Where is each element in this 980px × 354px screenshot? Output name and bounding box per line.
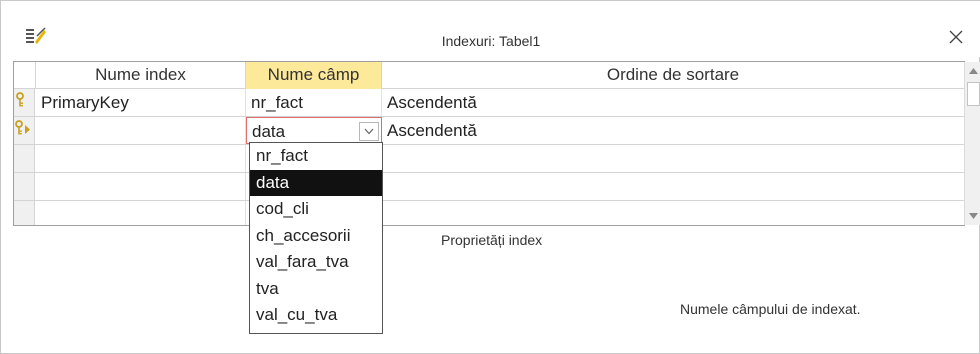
dropdown-option[interactable]: val_fara_tva (250, 249, 382, 276)
row-selector[interactable] (14, 201, 35, 225)
header-index-name[interactable]: Nume index (36, 62, 246, 89)
key-current-record-icon (15, 120, 30, 135)
chevron-down-icon (364, 128, 374, 135)
header-field-name[interactable]: Nume câmp (246, 62, 382, 89)
table-row[interactable] (14, 145, 965, 173)
cell-sort-order[interactable] (382, 145, 964, 172)
dropdown-option[interactable]: nr_fact (250, 143, 382, 170)
combobox-value: data (252, 122, 286, 141)
field-dropdown-list[interactable]: nr_fact data cod_cli ch_accesorii val_fa… (249, 142, 383, 334)
table-row[interactable] (14, 173, 965, 201)
table-row[interactable]: PrimaryKey nr_fact Ascendentă (14, 89, 965, 117)
scroll-up-button[interactable] (965, 62, 980, 80)
grid-header: Nume index Nume câmp Ordine de sortare (14, 62, 965, 89)
key-icon (16, 92, 24, 107)
scroll-up-icon (969, 68, 978, 74)
field-name-combobox[interactable]: data (246, 117, 382, 144)
window-title: Indexuri: Tabel1 (441, 33, 541, 49)
cell-index-name[interactable]: PrimaryKey (36, 89, 246, 116)
dropdown-option[interactable]: tva (250, 276, 382, 303)
table-row[interactable] (14, 201, 965, 225)
cell-index-name[interactable] (36, 173, 246, 200)
cell-sort-order[interactable] (382, 173, 964, 200)
index-properties-label: Proprietăți index (441, 232, 543, 248)
row-selector[interactable] (14, 89, 35, 116)
row-selector[interactable] (14, 145, 35, 172)
cell-sort-order[interactable] (382, 201, 964, 225)
cell-index-name[interactable] (36, 145, 246, 172)
dropdown-option[interactable]: val_cu_tva (250, 302, 382, 329)
table-row[interactable]: data Ascendentă (14, 117, 965, 145)
scroll-down-button[interactable] (965, 207, 980, 225)
dropdown-button[interactable] (359, 122, 379, 141)
row-selector[interactable] (14, 173, 35, 200)
scroll-thumb[interactable] (967, 82, 980, 106)
cell-index-name[interactable] (36, 201, 246, 225)
cell-field-name[interactable]: nr_fact (246, 89, 382, 116)
dropdown-option-selected[interactable]: data (250, 169, 382, 196)
close-button[interactable] (941, 25, 971, 49)
index-grid: Nume index Nume câmp Ordine de sortare P… (13, 61, 980, 226)
title-bar: Indexuri: Tabel1 (1, 1, 980, 57)
header-corner (14, 62, 36, 89)
indexes-dialog: Indexuri: Tabel1 Nume index Nume câmp Or… (0, 0, 980, 354)
cell-sort-order[interactable]: Ascendentă (382, 89, 964, 116)
close-icon (949, 30, 963, 44)
row-selector[interactable] (14, 117, 35, 144)
cell-index-name[interactable] (36, 117, 246, 144)
cell-sort-order[interactable]: Ascendentă (382, 117, 964, 144)
vertical-scrollbar[interactable] (964, 62, 980, 225)
dropdown-option[interactable]: ch_accesorii (250, 223, 382, 250)
help-text: Numele câmpului de indexat. (680, 301, 861, 317)
scroll-down-icon (969, 213, 978, 219)
header-sort-order[interactable]: Ordine de sortare (382, 62, 964, 89)
dropdown-option[interactable]: cod_cli (250, 196, 382, 223)
